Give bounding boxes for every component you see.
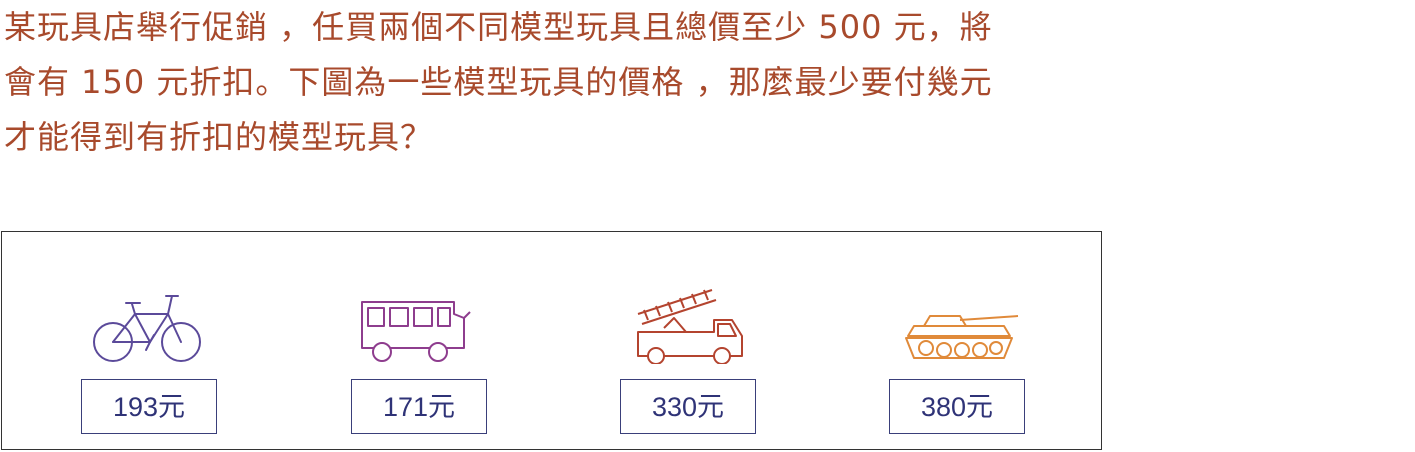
bicycle-icon	[93, 295, 201, 362]
price-value: 380	[920, 392, 967, 422]
toy-item-bus: 171元	[320, 232, 520, 451]
price-unit: 元	[966, 392, 994, 423]
question-line-2: 會有 150 元折扣。下圖為一些模型玩具的價格 ，那麼最少要付幾元	[4, 63, 993, 101]
price-label-tank: 380元	[889, 379, 1025, 434]
price-unit: 元	[428, 392, 456, 423]
toy-price-panel: 193元 171元 330元 380元	[1, 231, 1102, 450]
price-label-bicycle: 193元	[81, 379, 217, 434]
question-line-3: 才能得到有折扣的模型玩具？	[4, 118, 434, 156]
toy-item-bicycle: 193元	[50, 232, 250, 451]
tank-icon	[905, 315, 1019, 359]
toy-item-ladder-truck: 330元	[590, 232, 790, 451]
bus-icon	[361, 301, 471, 362]
price-value: 193	[112, 392, 159, 422]
question-text: 某玩具店舉行促銷 ，任買兩個不同模型玩具且總價至少 500 元，將 會有 150…	[4, 0, 1412, 165]
price-label-ladder-truck: 330元	[620, 379, 756, 434]
toy-item-tank: 380元	[860, 232, 1060, 451]
price-value: 330	[651, 392, 698, 422]
price-value: 171	[382, 392, 429, 422]
ladder-truck-icon	[637, 289, 743, 364]
price-label-bus: 171元	[351, 379, 487, 434]
price-unit: 元	[697, 392, 725, 423]
price-unit: 元	[158, 392, 186, 423]
question-line-1: 某玩具店舉行促銷 ，任買兩個不同模型玩具且總價至少 500 元，將	[4, 8, 993, 46]
